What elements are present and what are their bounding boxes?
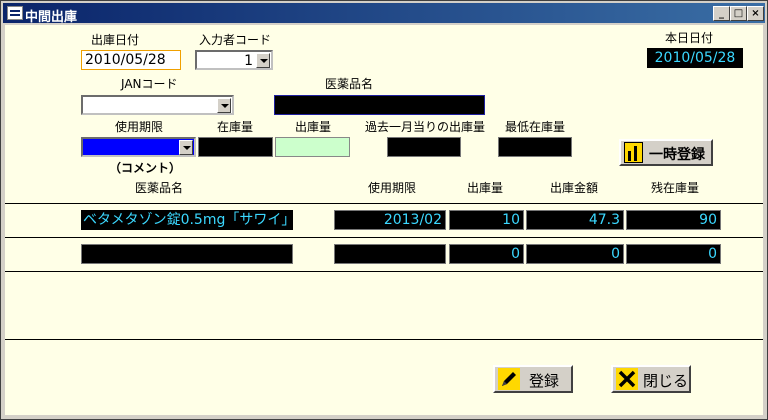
expiry-label: 使用期限 <box>115 120 164 134</box>
row2-expiry <box>334 244 446 264</box>
jan-dropdown-arrow-icon[interactable] <box>217 98 231 113</box>
date-label: 出庫日付 <box>91 33 140 47</box>
col-header-name: 医薬品名 <box>135 181 184 195</box>
divider-1 <box>5 203 763 204</box>
form-body: 出庫日付 2010/05/28 入力者コード 1 本日日付 2010/05/28… <box>5 25 763 415</box>
register-label: 登録 <box>529 372 560 390</box>
col-header-expiry: 使用期限 <box>368 181 417 195</box>
out-qty-label: 出庫量 <box>295 120 332 134</box>
temp-save-label: 一時登録 <box>649 147 705 163</box>
date-field[interactable]: 2010/05/28 <box>81 50 181 70</box>
col-header-qty: 出庫量 <box>467 181 504 195</box>
expiry-dropdown-arrow-icon[interactable] <box>179 140 193 155</box>
form-icon <box>7 6 23 20</box>
pencil-icon <box>498 368 520 390</box>
drug-name-field <box>274 95 485 115</box>
min-stock-field <box>498 137 572 157</box>
divider-3 <box>5 271 763 272</box>
row1-expiry: 2013/02 <box>334 210 446 230</box>
today-field: 2010/05/28 <box>647 48 743 68</box>
stock-field <box>198 137 273 157</box>
minimize-button[interactable]: _ <box>713 6 730 21</box>
row1-amount: 47.3 <box>526 210 624 230</box>
code-select[interactable]: 1 <box>195 50 273 70</box>
code-dropdown-arrow-icon[interactable] <box>256 53 270 68</box>
col-header-amount: 出庫金額 <box>550 181 599 195</box>
main-window: 中間出庫 _ □ × 出庫日付 2010/05/28 入力者コード 1 本日日付… <box>0 0 768 420</box>
close-window-button[interactable]: × <box>747 6 764 21</box>
window-title: 中間出庫 <box>25 10 78 25</box>
divider-2 <box>5 237 763 238</box>
drug-name-label: 医薬品名 <box>325 77 374 91</box>
row1-name: ベタメタゾン錠0.5mg「サワイ」 <box>81 210 293 230</box>
close-label: 閉じる <box>643 372 689 390</box>
comment-label: （コメント） <box>109 161 182 175</box>
close-button[interactable]: 閉じる <box>611 365 691 393</box>
out-qty-field[interactable] <box>275 137 350 157</box>
divider-4 <box>5 339 763 340</box>
register-button[interactable]: 登録 <box>493 365 573 393</box>
today-label: 本日日付 <box>665 31 714 45</box>
row1-remain: 90 <box>626 210 721 230</box>
jan-label: JANコード <box>121 77 178 91</box>
expiry-select[interactable] <box>81 137 196 157</box>
code-value: 1 <box>244 53 253 69</box>
code-label: 入力者コード <box>199 33 272 47</box>
row2-amount: 0 <box>526 244 624 264</box>
col-header-remain: 残在庫量 <box>651 181 700 195</box>
title-bar[interactable]: 中間出庫 _ □ × <box>3 3 765 25</box>
monthly-field <box>387 137 461 157</box>
temp-save-button[interactable]: 一時登録 <box>619 139 713 166</box>
row2-name <box>81 244 293 264</box>
row1-qty[interactable]: 10 <box>449 210 524 230</box>
chart-icon <box>624 142 643 163</box>
monthly-label: 過去一月当りの出庫量 <box>365 120 486 134</box>
x-icon <box>616 368 638 390</box>
maximize-button[interactable]: □ <box>730 6 747 21</box>
min-stock-label: 最低在庫量 <box>505 120 566 134</box>
jan-select[interactable] <box>81 95 234 115</box>
row2-qty[interactable]: 0 <box>449 244 524 264</box>
stock-label: 在庫量 <box>217 120 254 134</box>
row2-remain: 0 <box>626 244 721 264</box>
